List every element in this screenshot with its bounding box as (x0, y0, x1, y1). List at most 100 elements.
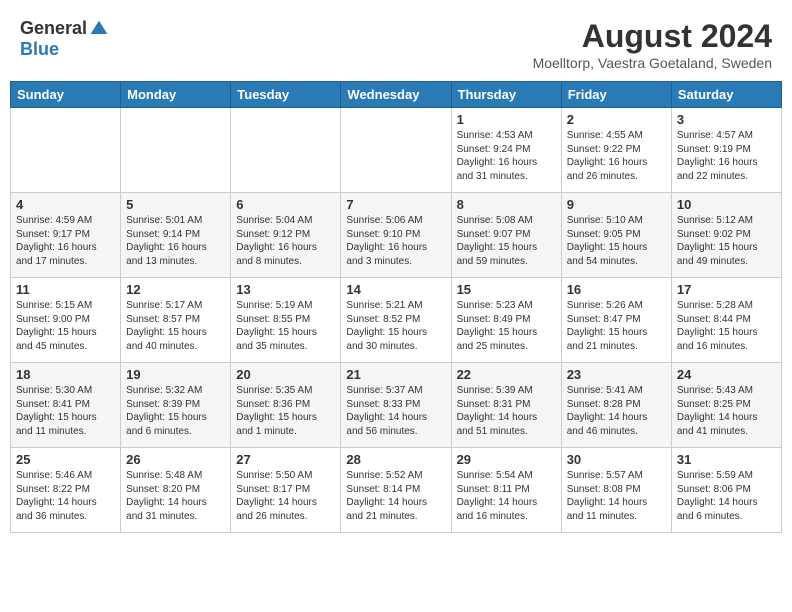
day-number: 9 (567, 197, 666, 212)
day-cell: 21 Sunrise: 5:37 AM Sunset: 8:33 PM Dayli… (341, 363, 451, 448)
day-number: 14 (346, 282, 445, 297)
day-cell: 9 Sunrise: 5:10 AM Sunset: 9:05 PM Daylig… (561, 193, 671, 278)
title-block: August 2024 Moelltorp, Vaestra Goetaland… (533, 18, 772, 71)
day-cell: 6 Sunrise: 5:04 AM Sunset: 9:12 PM Daylig… (231, 193, 341, 278)
day-number: 13 (236, 282, 335, 297)
day-info: Sunrise: 5:01 AM Sunset: 9:14 PM Dayligh… (126, 214, 225, 268)
day-info: Sunrise: 5:26 AM Sunset: 8:47 PM Dayligh… (567, 299, 666, 353)
day-cell: 15Sunrise: 5:23 AM Sunset: 8:49 PM Dayli… (451, 278, 561, 363)
day-info: Sunrise: 5:35 AM Sunset: 8:36 PM Dayligh… (236, 384, 335, 438)
day-info: Sunrise: 5:12 AM Sunset: 9:02 PM Dayligh… (677, 214, 776, 268)
day-number: 10 (677, 197, 776, 212)
week-row-3: 11Sunrise: 5:15 AM Sunset: 9:00 PM Dayli… (11, 278, 782, 363)
day-info: Sunrise: 5:37 AM Sunset: 8:33 PM Dayligh… (346, 384, 445, 438)
day-cell: 4 Sunrise: 4:59 AM Sunset: 9:17 PM Daylig… (11, 193, 121, 278)
day-cell: 16Sunrise: 5:26 AM Sunset: 8:47 PM Dayli… (561, 278, 671, 363)
day-info: Sunrise: 5:39 AM Sunset: 8:31 PM Dayligh… (457, 384, 556, 438)
week-row-2: 4 Sunrise: 4:59 AM Sunset: 9:17 PM Daylig… (11, 193, 782, 278)
day-number: 4 (16, 197, 115, 212)
weekday-header-sunday: Sunday (11, 82, 121, 108)
day-cell: 11Sunrise: 5:15 AM Sunset: 9:00 PM Dayli… (11, 278, 121, 363)
day-info: Sunrise: 5:32 AM Sunset: 8:39 PM Dayligh… (126, 384, 225, 438)
day-cell: 27Sunrise: 5:50 AM Sunset: 8:17 PM Dayli… (231, 448, 341, 533)
day-number: 22 (457, 367, 556, 382)
weekday-header-row: SundayMondayTuesdayWednesdayThursdayFrid… (11, 82, 782, 108)
day-info: Sunrise: 5:59 AM Sunset: 8:06 PM Dayligh… (677, 469, 776, 523)
day-info: Sunrise: 5:48 AM Sunset: 8:20 PM Dayligh… (126, 469, 225, 523)
day-number: 31 (677, 452, 776, 467)
day-cell: 13Sunrise: 5:19 AM Sunset: 8:55 PM Dayli… (231, 278, 341, 363)
day-cell: 29 Sunrise: 5:54 AM Sunset: 8:11 PM Dayli… (451, 448, 561, 533)
day-number: 7 (346, 197, 445, 212)
day-number: 1 (457, 112, 556, 127)
day-number: 12 (126, 282, 225, 297)
day-cell: 12 Sunrise: 5:17 AM Sunset: 8:57 PM Dayli… (121, 278, 231, 363)
day-info: Sunrise: 5:41 AM Sunset: 8:28 PM Dayligh… (567, 384, 666, 438)
month-title: August 2024 (533, 18, 772, 55)
location-title: Moelltorp, Vaestra Goetaland, Sweden (533, 55, 772, 71)
day-info: Sunrise: 5:46 AM Sunset: 8:22 PM Dayligh… (16, 469, 115, 523)
week-row-1: 1 Sunrise: 4:53 AM Sunset: 9:24 PM Daylig… (11, 108, 782, 193)
day-cell: 1 Sunrise: 4:53 AM Sunset: 9:24 PM Daylig… (451, 108, 561, 193)
day-number: 5 (126, 197, 225, 212)
day-cell (121, 108, 231, 193)
day-cell: 25 Sunrise: 5:46 AM Sunset: 8:22 PM Dayli… (11, 448, 121, 533)
day-cell: 7Sunrise: 5:06 AM Sunset: 9:10 PM Daylig… (341, 193, 451, 278)
weekday-header-friday: Friday (561, 82, 671, 108)
day-info: Sunrise: 5:10 AM Sunset: 9:05 PM Dayligh… (567, 214, 666, 268)
weekday-header-saturday: Saturday (671, 82, 781, 108)
day-cell: 3 Sunrise: 4:57 AM Sunset: 9:19 PM Daylig… (671, 108, 781, 193)
day-number: 30 (567, 452, 666, 467)
day-info: Sunrise: 5:52 AM Sunset: 8:14 PM Dayligh… (346, 469, 445, 523)
day-number: 25 (16, 452, 115, 467)
day-number: 27 (236, 452, 335, 467)
day-cell (231, 108, 341, 193)
day-cell (341, 108, 451, 193)
day-cell: 23 Sunrise: 5:41 AM Sunset: 8:28 PM Dayli… (561, 363, 671, 448)
day-number: 21 (346, 367, 445, 382)
day-number: 29 (457, 452, 556, 467)
day-number: 24 (677, 367, 776, 382)
day-number: 15 (457, 282, 556, 297)
day-info: Sunrise: 5:30 AM Sunset: 8:41 PM Dayligh… (16, 384, 115, 438)
day-info: Sunrise: 4:59 AM Sunset: 9:17 PM Dayligh… (16, 214, 115, 268)
day-info: Sunrise: 5:17 AM Sunset: 8:57 PM Dayligh… (126, 299, 225, 353)
day-info: Sunrise: 4:57 AM Sunset: 9:19 PM Dayligh… (677, 129, 776, 183)
day-number: 18 (16, 367, 115, 382)
day-number: 2 (567, 112, 666, 127)
day-info: Sunrise: 5:21 AM Sunset: 8:52 PM Dayligh… (346, 299, 445, 353)
day-info: Sunrise: 5:08 AM Sunset: 9:07 PM Dayligh… (457, 214, 556, 268)
day-number: 6 (236, 197, 335, 212)
day-cell: 30 Sunrise: 5:57 AM Sunset: 8:08 PM Dayli… (561, 448, 671, 533)
week-row-4: 18 Sunrise: 5:30 AM Sunset: 8:41 PM Dayli… (11, 363, 782, 448)
day-cell: 20 Sunrise: 5:35 AM Sunset: 8:36 PM Dayli… (231, 363, 341, 448)
day-cell: 18 Sunrise: 5:30 AM Sunset: 8:41 PM Dayli… (11, 363, 121, 448)
logo-icon (89, 19, 109, 39)
day-info: Sunrise: 5:04 AM Sunset: 9:12 PM Dayligh… (236, 214, 335, 268)
day-cell: 22 Sunrise: 5:39 AM Sunset: 8:31 PM Dayli… (451, 363, 561, 448)
weekday-header-tuesday: Tuesday (231, 82, 341, 108)
day-info: Sunrise: 5:43 AM Sunset: 8:25 PM Dayligh… (677, 384, 776, 438)
day-number: 3 (677, 112, 776, 127)
day-number: 8 (457, 197, 556, 212)
day-cell: 8 Sunrise: 5:08 AM Sunset: 9:07 PM Daylig… (451, 193, 561, 278)
logo: General Blue (20, 18, 109, 60)
day-cell: 28Sunrise: 5:52 AM Sunset: 8:14 PM Dayli… (341, 448, 451, 533)
day-number: 19 (126, 367, 225, 382)
calendar-table: SundayMondayTuesdayWednesdayThursdayFrid… (10, 81, 782, 533)
day-number: 11 (16, 282, 115, 297)
logo-blue-text: Blue (20, 39, 59, 60)
day-number: 17 (677, 282, 776, 297)
day-cell: 2Sunrise: 4:55 AM Sunset: 9:22 PM Daylig… (561, 108, 671, 193)
day-number: 26 (126, 452, 225, 467)
day-number: 23 (567, 367, 666, 382)
day-cell: 5 Sunrise: 5:01 AM Sunset: 9:14 PM Daylig… (121, 193, 231, 278)
day-number: 20 (236, 367, 335, 382)
day-info: Sunrise: 5:28 AM Sunset: 8:44 PM Dayligh… (677, 299, 776, 353)
day-info: Sunrise: 4:53 AM Sunset: 9:24 PM Dayligh… (457, 129, 556, 183)
day-cell: 19 Sunrise: 5:32 AM Sunset: 8:39 PM Dayli… (121, 363, 231, 448)
day-cell: 17 Sunrise: 5:28 AM Sunset: 8:44 PM Dayli… (671, 278, 781, 363)
day-info: Sunrise: 5:57 AM Sunset: 8:08 PM Dayligh… (567, 469, 666, 523)
weekday-header-monday: Monday (121, 82, 231, 108)
day-info: Sunrise: 5:54 AM Sunset: 8:11 PM Dayligh… (457, 469, 556, 523)
